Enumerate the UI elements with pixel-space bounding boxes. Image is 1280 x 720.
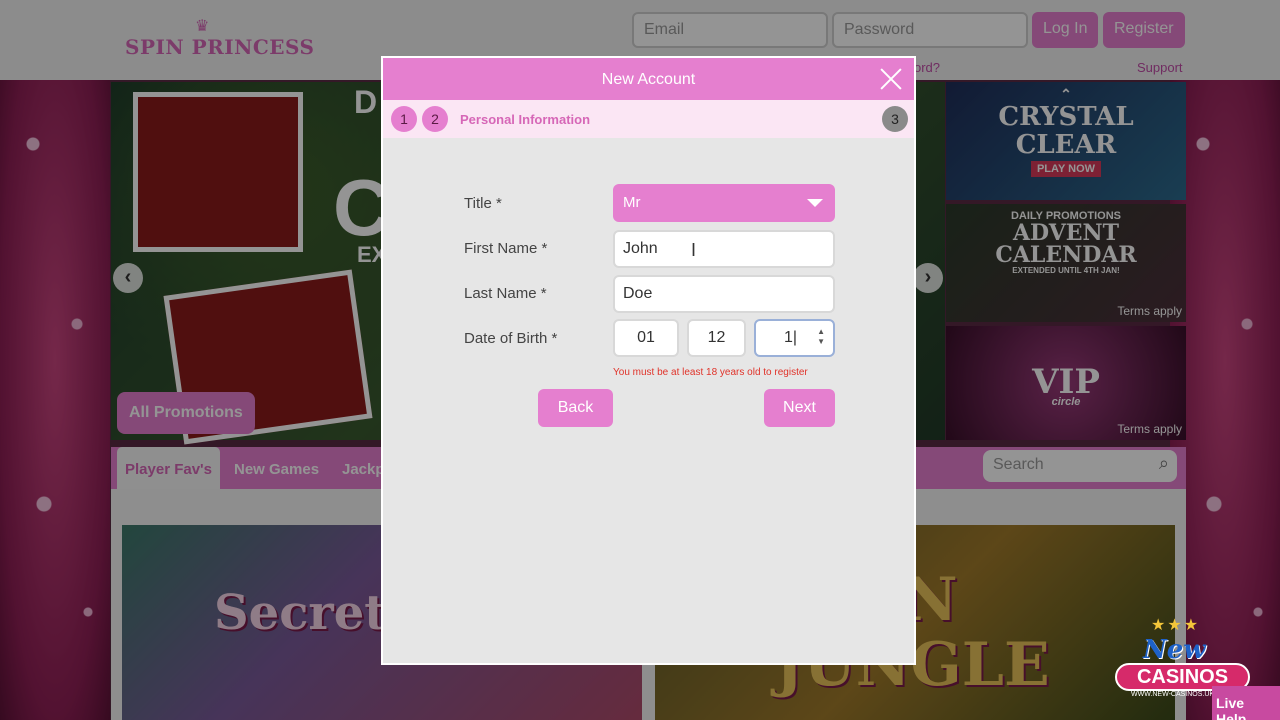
last-name-input[interactable]: Doe [613,275,835,313]
last-name-label: Last Name * [464,285,547,302]
title-select[interactable]: Mr [613,184,835,222]
dob-label: Date of Birth * [464,330,558,347]
title-selected-value: Mr [623,194,641,211]
back-button[interactable]: Back [538,389,613,427]
chevron-down-icon [807,199,823,207]
modal-header: New Account [383,58,914,100]
step-3-indicator: 3 [882,106,908,132]
title-label: Title * [464,195,502,212]
current-step-label: Personal Information [460,112,591,127]
dob-day-input[interactable]: 01 [613,319,679,357]
dob-month-input[interactable]: 12 [687,319,746,357]
dob-month-value: 12 [707,329,726,346]
last-name-value: Doe [623,285,653,302]
modal-title: New Account [601,71,696,88]
step-2-indicator: 2 [422,106,448,132]
first-name-value: John [623,240,658,257]
watermark-new-text: New [1143,635,1206,665]
registration-steps: 1 2 Personal Information 3 [383,100,914,138]
dob-year-value: 1 [783,329,793,346]
step-1-indicator: 1 [391,106,417,132]
first-name-label: First Name * [464,240,548,257]
spinner-arrows-icon[interactable]: ▲ ▼ [817,327,825,347]
dob-error-message: You must be at least 18 years old to reg… [613,367,808,378]
text-cursor-icon: I [691,240,697,260]
stars-icon: ★★★ [1151,617,1201,634]
live-help-button[interactable]: Live Help [1212,686,1280,720]
first-name-input[interactable]: John [613,230,835,268]
next-button[interactable]: Next [764,389,835,427]
new-account-modal: New Account 1 2 Personal Information 3 T… [381,56,916,665]
watermark-url: WWW.NEW-CASINOS.UK [1131,691,1215,698]
dob-day-value: 01 [637,329,655,346]
dob-year-input[interactable]: 1| ▲ ▼ [754,319,835,357]
close-icon[interactable] [878,66,904,92]
